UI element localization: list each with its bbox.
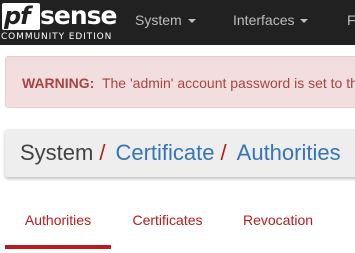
tab-label: Certificates <box>132 212 203 228</box>
breadcrumb-link-authorities[interactable]: Authorities <box>237 140 341 165</box>
alert-text: WARNING: The 'admin' account password is… <box>22 57 355 109</box>
logo-main-text: sense <box>40 1 117 30</box>
tab-revocation[interactable]: Revocation <box>232 195 324 245</box>
tab-bar: Authorities Certificates Revocation <box>0 195 355 253</box>
breadcrumb-separator: / <box>99 140 106 165</box>
warning-alert: WARNING: The 'admin' account password is… <box>5 56 355 108</box>
breadcrumb-separator: / <box>220 140 227 165</box>
nav-menu-system[interactable]: System <box>135 0 196 45</box>
tab-label: Authorities <box>24 212 92 228</box>
breadcrumb-link-certificate[interactable]: Certificate <box>115 140 214 165</box>
caret-down-icon <box>187 19 196 24</box>
logo-edition-text: COMMUNITY EDITION <box>1 32 113 42</box>
logo-pf-box: pf <box>2 3 40 30</box>
breadcrumb-trail: System / Certificate / Authorities <box>20 129 341 177</box>
breadcrumb: System / Certificate / Authorities <box>5 129 355 177</box>
logo-prefix: pf <box>4 2 31 30</box>
breadcrumb-root: System <box>20 140 94 165</box>
caret-down-icon <box>300 19 309 24</box>
tab-authorities[interactable]: Authorities <box>5 195 111 249</box>
top-navbar: pf sense COMMUNITY EDITION System Interf… <box>0 0 355 45</box>
nav-menu-label: Interfaces <box>233 12 295 28</box>
alert-label: WARNING: <box>22 75 95 91</box>
pfsense-logo[interactable]: pf sense COMMUNITY EDITION <box>0 0 117 45</box>
tab-certificates[interactable]: Certificates <box>120 195 215 245</box>
nav-menu-interfaces[interactable]: Interfaces <box>233 0 309 45</box>
nav-menu-label: F <box>347 12 355 28</box>
nav-menu-firewall[interactable]: F <box>347 0 355 45</box>
tab-label: Revocation <box>242 212 314 228</box>
alert-message: The 'admin' account password is set to t… <box>101 75 355 91</box>
nav-menu-label: System <box>135 12 182 28</box>
